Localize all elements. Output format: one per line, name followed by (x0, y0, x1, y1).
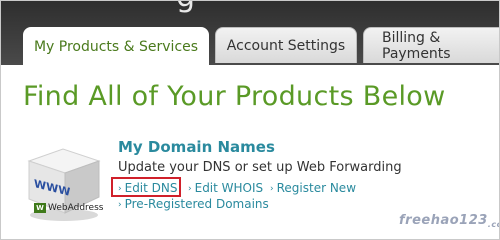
brand-name: WebAddress (48, 203, 104, 213)
edit-whois-link[interactable]: › Edit WHOIS (188, 181, 263, 195)
header-text-fragment: g (176, 1, 196, 14)
watermark: freehao123.com (399, 213, 499, 229)
pre-registered-domains-link[interactable]: › Pre-Registered Domains (118, 197, 269, 211)
page-title: Find All of Your Products Below (23, 81, 446, 112)
arrow-right-icon: › (270, 184, 274, 194)
register-new-label: Register New (276, 181, 357, 195)
brand-logo: W WebAddress (34, 203, 103, 213)
main-window: g My Products & Services Account Setting… (0, 0, 500, 240)
edit-whois-label: Edit WHOIS (194, 181, 264, 195)
watermark-main: freehao123 (399, 213, 488, 228)
highlight-box (111, 177, 181, 197)
register-new-link[interactable]: › Register New (270, 181, 356, 195)
tab-billing-payments[interactable]: Billing & Payments (363, 27, 499, 63)
pre-registered-label: Pre-Registered Domains (124, 197, 269, 211)
arrow-right-icon: › (118, 200, 122, 210)
tab-my-products-services[interactable]: My Products & Services (23, 27, 209, 67)
brand-mark-icon: W (34, 203, 46, 213)
product-section-title[interactable]: My Domain Names (118, 138, 275, 156)
tab-account-settings[interactable]: Account Settings (215, 27, 357, 63)
arrow-right-icon: › (188, 184, 192, 194)
product-description: Update your DNS or set up Web Forwarding (118, 160, 402, 175)
watermark-suffix: .com (487, 220, 499, 229)
